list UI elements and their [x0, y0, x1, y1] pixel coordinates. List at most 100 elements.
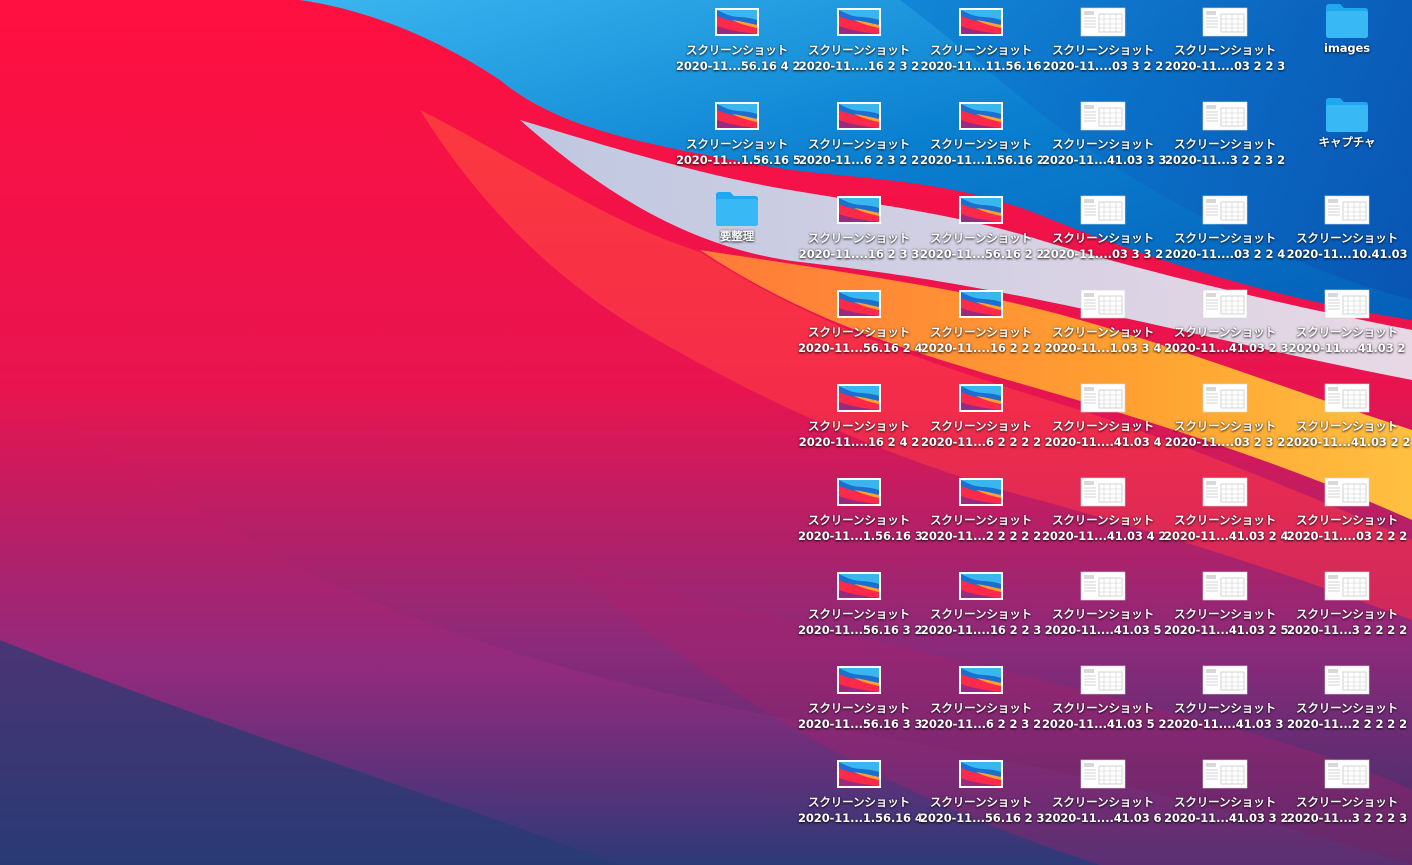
desktop-file[interactable]: スクリーンショット 2020-11...41.03 2 4 — [1164, 470, 1288, 564]
icon-label-line2: 2020-11...41.03 2 5 — [1164, 623, 1289, 637]
desktop-file[interactable]: スクリーンショット 2020-11...41.03 5 2 — [1042, 658, 1166, 752]
icon-label-line2: 2020-11....16 2 3 2 — [798, 59, 920, 73]
desktop-file[interactable]: スクリーンショット 2020-11...6 2 2 2 2 — [920, 376, 1042, 470]
document-screenshot-icon — [1324, 758, 1370, 790]
icon-label-line1: スクリーンショット — [807, 513, 911, 527]
desktop-file[interactable]: スクリーンショット 2020-11....41.03 2 — [1286, 282, 1408, 376]
desktop-file[interactable]: スクリーンショット 2020-11...6 2 2 3 2 — [920, 658, 1042, 752]
document-screenshot-icon — [1324, 476, 1370, 508]
screenshot-thumbnail-icon — [958, 288, 1004, 320]
icon-label-line2: 2020-11...56.16 2 4 — [798, 341, 923, 355]
icon-label-line1: スクリーンショット — [1173, 325, 1277, 339]
icon-label: スクリーンショット 2020-11...1.56.16 3 — [798, 512, 923, 544]
desktop-file[interactable]: スクリーンショット 2020-11...1.56.16 4 — [798, 752, 923, 846]
desktop-file[interactable]: スクリーンショット 2020-11....16 2 2 2 — [920, 282, 1042, 376]
desktop-file[interactable]: スクリーンショット 2020-11...1.56.16 3 — [798, 470, 923, 564]
document-screenshot-icon — [1202, 664, 1248, 696]
desktop-file[interactable]: スクリーンショット 2020-11...2 2 2 2 2 — [1286, 658, 1408, 752]
icon-label-line1: images — [1324, 41, 1370, 55]
desktop-file[interactable]: スクリーンショット 2020-11...41.03 2 3 — [1164, 282, 1288, 376]
document-screenshot-icon — [1324, 664, 1370, 696]
icon-label-line2: 2020-11....03 3 2 2 — [1042, 59, 1164, 73]
icon-label: スクリーンショット 2020-11...1.56.16 4 — [798, 794, 923, 826]
icon-label: スクリーンショット 2020-11....03 2 2 4 — [1164, 230, 1286, 262]
desktop-file[interactable]: スクリーンショット 2020-11...41.03 3 3 — [1042, 94, 1166, 188]
desktop-file[interactable]: スクリーンショット 2020-11....03 2 2 2 — [1286, 470, 1408, 564]
desktop-folder[interactable]: 要整理 — [676, 188, 798, 282]
desktop-file[interactable]: スクリーンショット 2020-11....03 2 2 3 — [1164, 0, 1286, 94]
desktop-file[interactable]: スクリーンショット 2020-11...3 2 2 2 2 — [1286, 564, 1408, 658]
desktop-file[interactable]: スクリーンショット 2020-11....16 2 2 3 — [920, 564, 1042, 658]
desktop-folder[interactable]: images — [1286, 0, 1408, 94]
desktop-file[interactable]: スクリーンショット 2020-11...41.03 4 2 — [1042, 470, 1166, 564]
icon-label-line2: 2020-11....16 2 2 2 — [920, 341, 1042, 355]
desktop-file[interactable]: スクリーンショット 2020-11....03 2 2 4 — [1164, 188, 1286, 282]
desktop-file[interactable]: スクリーンショット 2020-11....41.03 3 — [1164, 658, 1286, 752]
document-screenshot-icon — [1202, 100, 1248, 132]
desktop-file[interactable]: スクリーンショット 2020-11....41.03 4 — [1042, 376, 1164, 470]
document-screenshot-icon — [1324, 194, 1370, 226]
icon-label: スクリーンショット 2020-11...3 2 2 3 2 — [1164, 136, 1286, 168]
icon-label-line2: 2020-11...1.56.16 3 — [798, 529, 923, 543]
desktop-file[interactable]: スクリーンショット 2020-11...56.16 3 3 — [798, 658, 922, 752]
icon-label: スクリーンショット 2020-11....41.03 3 — [1164, 700, 1286, 732]
desktop-file[interactable]: スクリーンショット 2020-11...41.03 3 2 — [1164, 752, 1288, 846]
icon-label-line1: スクリーンショット — [1173, 419, 1277, 433]
screenshot-thumbnail-icon — [836, 758, 882, 790]
desktop-file[interactable]: スクリーンショット 2020-11....16 2 3 3 — [798, 188, 920, 282]
desktop-file[interactable]: スクリーンショット 2020-11...41.03 2 5 — [1164, 564, 1289, 658]
desktop-file[interactable]: スクリーンショット 2020-11...56.16 2 3 — [920, 752, 1044, 846]
desktop-file[interactable]: スクリーンショット 2020-11...56.16 4 2 — [676, 0, 801, 94]
desktop-file[interactable]: スクリーンショット 2020-11...41.03 2 2 — [1286, 376, 1411, 470]
icon-label-line1: スクリーンショット — [1173, 231, 1277, 245]
icon-label-line1: スクリーンショット — [1295, 513, 1399, 527]
icon-label-line1: スクリーンショット — [929, 231, 1033, 245]
icon-label-line2: 2020-11...41.03 2 2 — [1286, 435, 1411, 449]
icon-label-line2: 2020-11...2 2 2 2 2 — [920, 529, 1041, 543]
icon-label-line2: 2020-11...56.16 4 2 — [676, 59, 801, 73]
desktop-file[interactable]: スクリーンショット 2020-11...1.03 3 4 — [1042, 282, 1164, 376]
desktop-file[interactable]: スクリーンショット 2020-11...6 2 3 2 2 — [798, 94, 920, 188]
desktop-file[interactable]: スクリーンショット 2020-11....03 2 3 2 — [1164, 376, 1286, 470]
icon-label: スクリーンショット 2020-11...1.56.16 2 — [920, 136, 1045, 168]
screenshot-thumbnail-icon — [714, 100, 760, 132]
screenshot-thumbnail-icon — [958, 194, 1004, 226]
desktop-file[interactable]: スクリーンショット 2020-11....16 2 3 2 — [798, 0, 920, 94]
desktop-file[interactable]: スクリーンショット 2020-11...3 2 2 2 3 — [1286, 752, 1408, 846]
icon-label: スクリーンショット 2020-11....16 2 4 2 — [798, 418, 920, 450]
desktop-file[interactable]: スクリーンショット 2020-11....16 2 4 2 — [798, 376, 920, 470]
icon-label: スクリーンショット 2020-11....03 2 3 2 — [1164, 418, 1286, 450]
desktop-file[interactable]: スクリーンショット 2020-11...10.41.03 — [1286, 188, 1408, 282]
desktop-file[interactable]: スクリーンショット 2020-11...1.56.16 5 — [676, 94, 801, 188]
screenshot-thumbnail-icon — [958, 6, 1004, 38]
desktop-file[interactable]: スクリーンショット 2020-11...3 2 2 3 2 — [1164, 94, 1286, 188]
desktop-file[interactable]: スクリーンショット 2020-11...1.56.16 2 — [920, 94, 1045, 188]
icon-label-line2: 2020-11...1.03 3 4 — [1044, 341, 1162, 355]
desktop-file[interactable]: スクリーンショット 2020-11....41.03 6 — [1042, 752, 1164, 846]
icon-label-line2: 2020-11....16 2 2 3 — [920, 623, 1042, 637]
icon-label-line1: スクリーンショット — [1173, 43, 1277, 57]
desktop-file[interactable]: スクリーンショット 2020-11....41.03 5 — [1042, 564, 1164, 658]
desktop-file[interactable]: スクリーンショット 2020-11...56.16 3 2 — [798, 564, 922, 658]
icon-label-line1: スクリーンショット — [1173, 513, 1277, 527]
desktop-file[interactable]: スクリーンショット 2020-11...56.16 2 2 — [920, 188, 1044, 282]
document-screenshot-icon — [1080, 758, 1126, 790]
folder-icon — [714, 192, 760, 226]
icon-label-line1: スクリーンショット — [807, 137, 911, 151]
desktop-file[interactable]: スクリーンショット 2020-11...2 2 2 2 2 — [920, 470, 1042, 564]
icon-label-line2: 2020-11....03 2 2 3 — [1164, 59, 1286, 73]
desktop-file[interactable]: スクリーンショット 2020-11....03 3 3 2 — [1042, 188, 1164, 282]
icon-label-line1: スクリーンショット — [1051, 701, 1155, 715]
screenshot-thumbnail-icon — [714, 6, 760, 38]
desktop-file[interactable]: スクリーンショット 2020-11...11.56.16 — [920, 0, 1042, 94]
icon-label: キャプチャ — [1286, 134, 1408, 150]
icon-label: スクリーンショット 2020-11...56.16 2 3 — [920, 794, 1044, 826]
desktop-file[interactable]: スクリーンショット 2020-11...56.16 2 4 — [798, 282, 923, 376]
desktop-file[interactable]: スクリーンショット 2020-11....03 3 2 2 — [1042, 0, 1164, 94]
desktop-folder[interactable]: キャプチャ — [1286, 94, 1408, 188]
icon-label-line1: スクリーンショット — [1051, 419, 1155, 433]
document-screenshot-icon — [1080, 100, 1126, 132]
icon-label-line1: スクリーンショット — [929, 419, 1033, 433]
icon-label: スクリーンショット 2020-11...6 2 2 2 2 — [920, 418, 1042, 450]
icon-label-line1: スクリーンショット — [807, 231, 911, 245]
